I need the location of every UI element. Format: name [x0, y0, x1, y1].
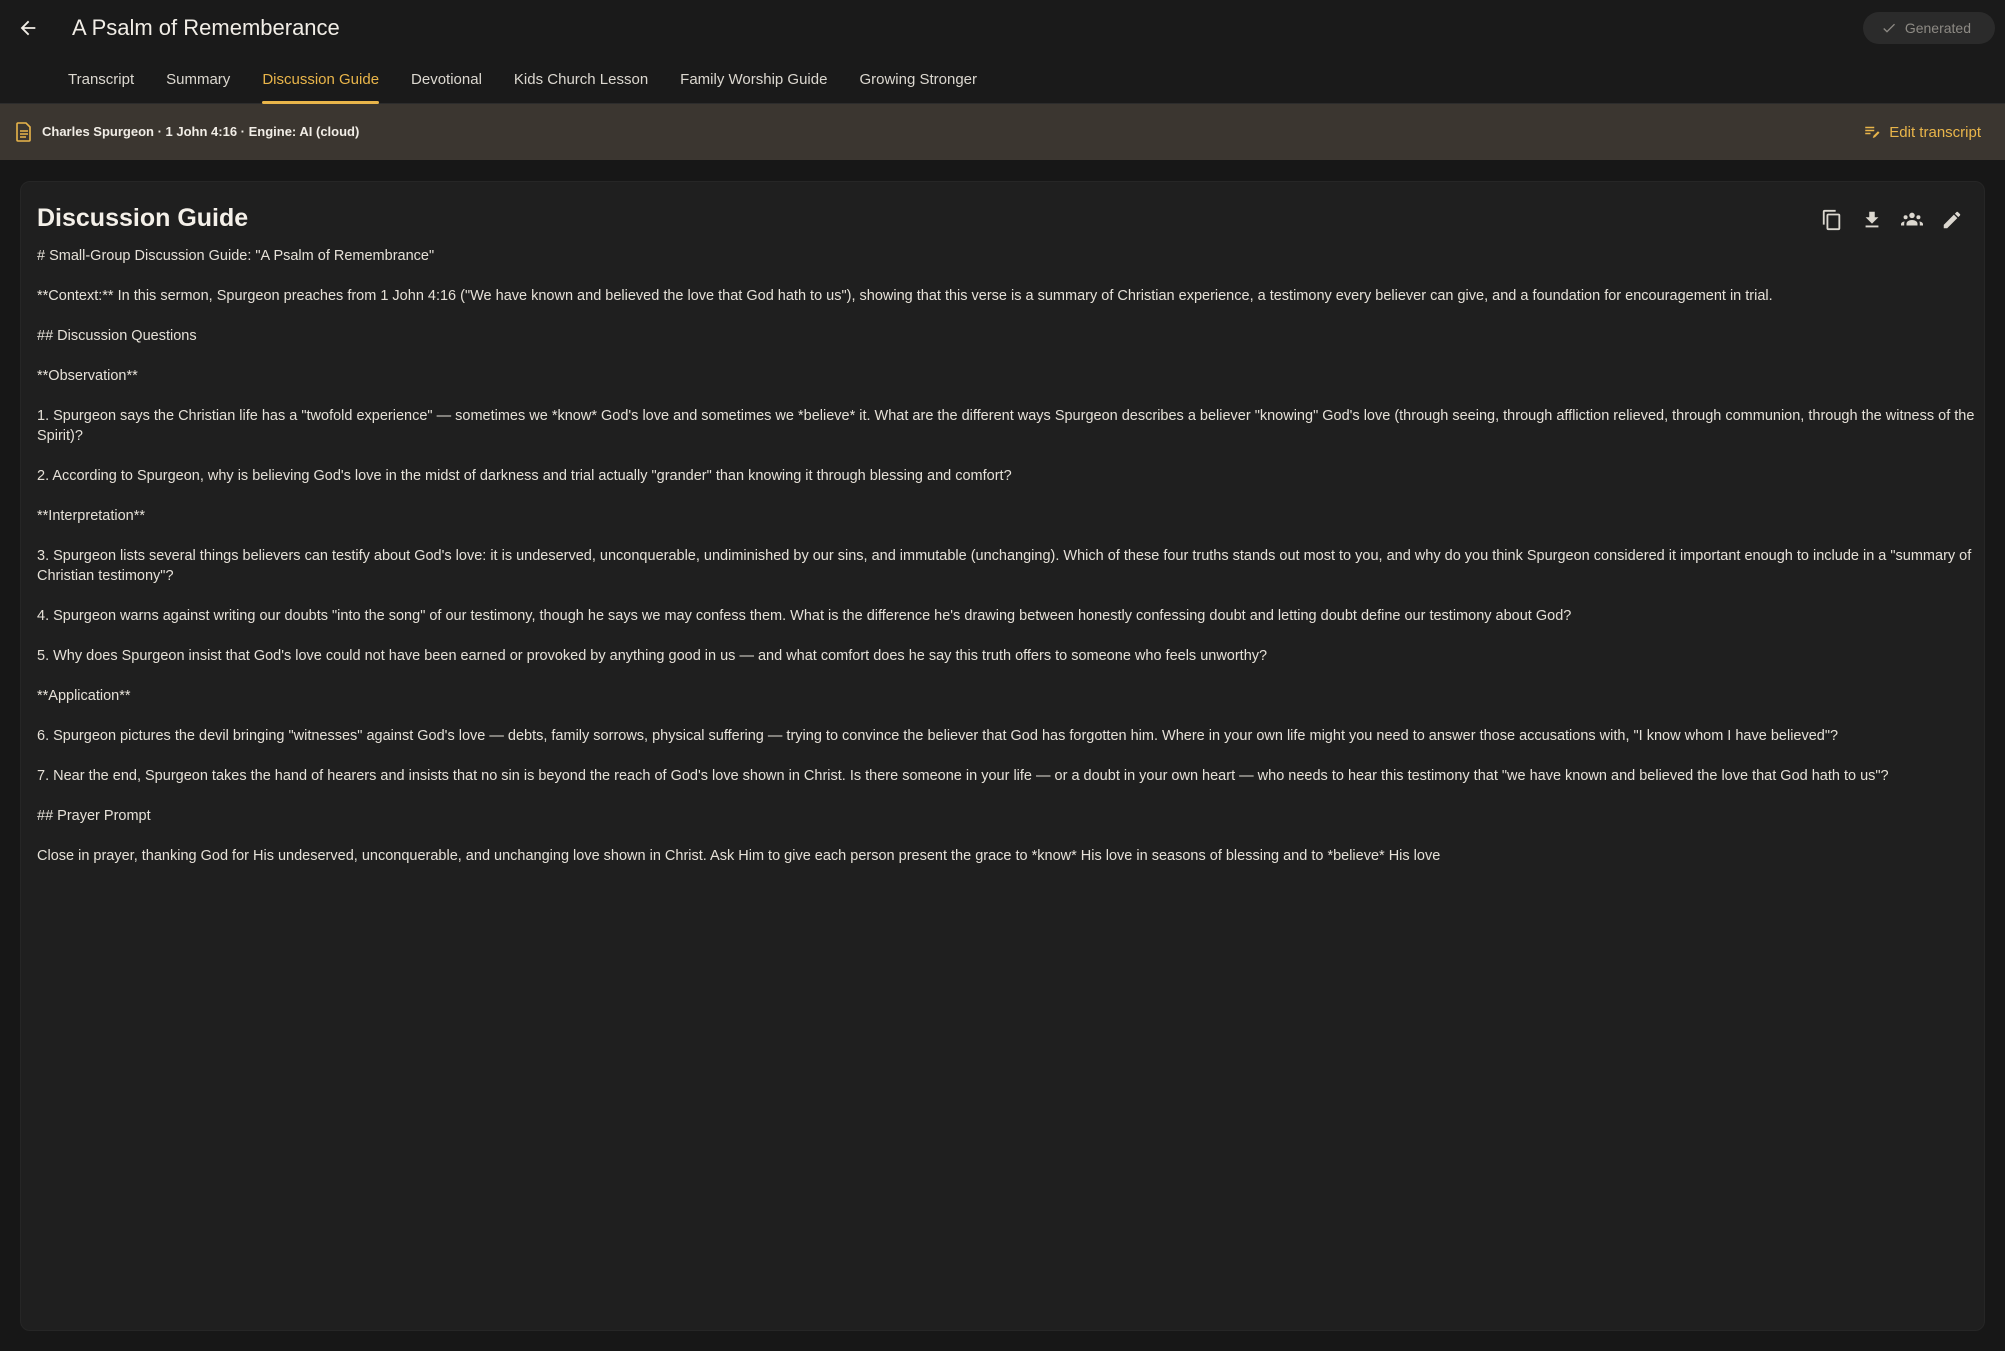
tab-transcript[interactable]: Transcript	[52, 62, 150, 104]
back-button[interactable]	[12, 12, 44, 44]
question-7: 7. Near the end, Spurgeon takes the hand…	[37, 768, 1889, 784]
info-banner: Charles Spurgeon · 1 John 4:16 · Engine:…	[0, 104, 2005, 160]
copy-button[interactable]	[1816, 204, 1848, 236]
discussion-guide-card: Discussion Guide # Small-Group Discussio…	[20, 181, 1985, 1331]
edit-transcript-button[interactable]: Edit transcript	[1863, 116, 1981, 148]
copy-icon	[1822, 209, 1841, 231]
tab-growing-stronger[interactable]: Growing Stronger	[843, 62, 993, 104]
section-prayer-prompt: ## Prayer Prompt	[37, 808, 151, 824]
subsection-interpretation: **Interpretation**	[37, 508, 146, 524]
arrow-back-icon	[20, 20, 36, 36]
share-group-button[interactable]	[1896, 204, 1928, 236]
question-2: 2. According to Spurgeon, why is believi…	[37, 468, 1012, 484]
edit-note-icon	[1865, 126, 1880, 138]
question-1: 1. Spurgeon says the Christian life has …	[37, 408, 1975, 444]
download-icon	[1865, 211, 1879, 228]
question-4: 4. Spurgeon warns against writing our do…	[37, 608, 1572, 624]
app-header: A Psalm of Rememberance Generated Transc…	[0, 0, 2005, 104]
pencil-icon	[1943, 211, 1961, 229]
question-3: 3. Spurgeon lists several things believe…	[37, 548, 1972, 584]
document-icon	[16, 122, 31, 142]
download-button[interactable]	[1856, 204, 1888, 236]
tab-summary[interactable]: Summary	[150, 62, 246, 104]
question-6: 6. Spurgeon pictures the devil bringing …	[37, 728, 1839, 744]
section-heading: ## Discussion Questions	[37, 328, 197, 344]
check-icon	[1883, 23, 1895, 33]
sermon-info: Charles Spurgeon · 1 John 4:16 · Engine:…	[42, 124, 360, 139]
tab-kids-church-lesson[interactable]: Kids Church Lesson	[498, 62, 664, 104]
prayer-text: Close in prayer, thanking God for His un…	[37, 848, 1441, 864]
edit-transcript-label: Edit transcript	[1889, 123, 1981, 141]
tab-devotional[interactable]: Devotional	[395, 62, 498, 104]
guide-context: **Context:** In this sermon, Spurgeon pr…	[37, 288, 1773, 304]
tab-family-worship-guide[interactable]: Family Worship Guide	[664, 62, 843, 104]
edit-button[interactable]	[1936, 204, 1968, 236]
status-chip: Generated	[1862, 12, 1995, 44]
subsection-application: **Application**	[37, 688, 131, 704]
subsection-observation: **Observation**	[37, 368, 138, 384]
guide-heading: # Small-Group Discussion Guide: "A Psalm…	[37, 248, 435, 264]
card-title: Discussion Guide	[37, 204, 249, 232]
tab-bar: Transcript Summary Discussion Guide Devo…	[52, 62, 993, 104]
guide-content: # Small-Group Discussion Guide: "A Psalm…	[37, 246, 1977, 886]
status-label: Generated	[1904, 20, 1971, 36]
page-title: A Psalm of Rememberance	[72, 15, 340, 40]
card-actions	[1816, 204, 1968, 236]
tab-discussion-guide[interactable]: Discussion Guide	[246, 62, 395, 104]
question-5: 5. Why does Spurgeon insist that God's l…	[37, 648, 1268, 664]
group-icon	[1901, 212, 1923, 226]
